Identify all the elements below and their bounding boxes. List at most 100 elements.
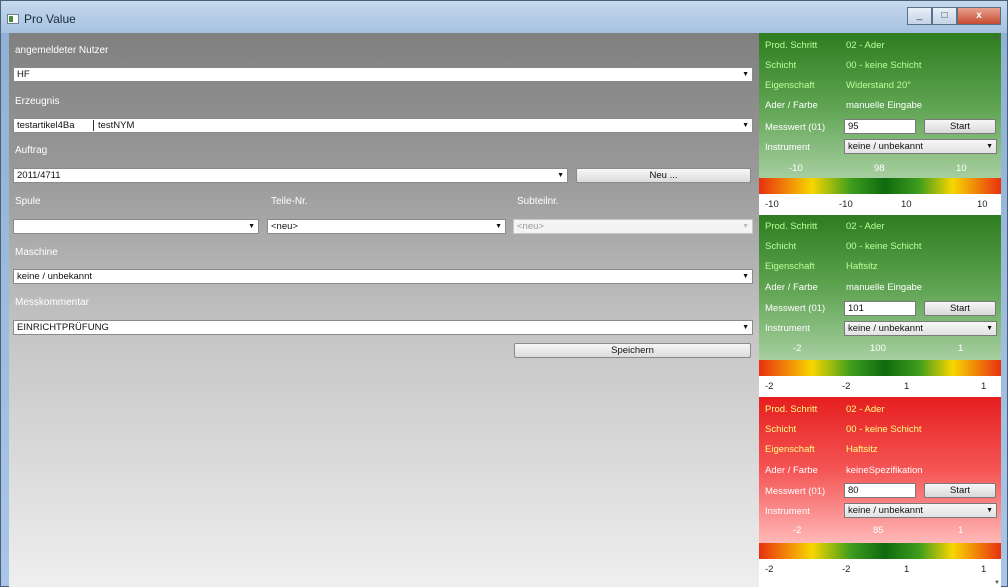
scale-max: 1 [981, 381, 987, 392]
scroll-up-icon[interactable]: ▲ [994, 35, 1000, 41]
scale-min: -10 [765, 199, 779, 210]
measure-label: Messwert (01) [765, 486, 826, 497]
measurement-panel-1: Prod. Schritt 02 - Ader Schicht 00 - kei… [759, 33, 1001, 178]
part-number-select[interactable]: <neu> ▼ [267, 219, 506, 234]
measure-input[interactable]: 101 [844, 301, 916, 316]
layer-label: Schicht [765, 241, 797, 252]
user-label: angemeldeter Nutzer [15, 45, 109, 56]
wire-label: Ader / Farbe [765, 282, 818, 293]
order-select[interactable]: 2011/4711 ▼ [13, 168, 568, 183]
app-icon [7, 14, 19, 24]
instrument-select[interactable]: keine / unbekannt ▼ [844, 321, 997, 336]
comment-select[interactable]: EINRICHTPRÜFUNG ▼ [13, 320, 753, 335]
bar-scale: -2 -2 1 1 [759, 559, 1001, 579]
close-button[interactable]: x [957, 7, 1001, 25]
chevron-down-icon: ▼ [742, 273, 749, 280]
chevron-down-icon: ▼ [742, 122, 749, 129]
tolerance-bar [759, 360, 1001, 376]
chevron-down-icon: ▼ [742, 324, 749, 331]
new-order-button[interactable]: Neu ... [576, 168, 751, 183]
instrument-select[interactable]: keine / unbekannt ▼ [844, 139, 997, 154]
upper-tolerance: 10 [956, 163, 967, 174]
save-button[interactable]: Speichern [514, 343, 751, 358]
chevron-down-icon: ▼ [495, 223, 502, 230]
wire-label: Ader / Farbe [765, 100, 818, 111]
scale-max: 1 [981, 564, 987, 575]
bar-scale: -10 -10 10 10 [759, 194, 1001, 214]
instrument-value: keine / unbekannt [848, 323, 924, 334]
layer-value: 00 - keine Schicht [846, 424, 922, 435]
part-number-value: <neu> [271, 221, 298, 232]
step-value: 02 - Ader [846, 40, 885, 51]
nominal-value: 98 [874, 163, 885, 174]
subpart-number-select: <neu> ▼ [513, 219, 753, 234]
step-label: Prod. Schritt [765, 221, 818, 232]
step-value: 02 - Ader [846, 221, 885, 232]
instrument-value: keine / unbekannt [848, 141, 924, 152]
property-value: Haftsitz [846, 261, 878, 272]
chevron-down-icon: ▼ [248, 223, 255, 230]
layer-value: 00 - keine Schicht [846, 241, 922, 252]
part-number-label: Teile-Nr. [271, 196, 308, 207]
instrument-label: Instrument [765, 323, 810, 334]
chevron-down-icon: ▼ [557, 172, 564, 179]
nominal-value: 85 [873, 525, 884, 536]
measure-label: Messwert (01) [765, 122, 826, 133]
property-label: Eigenschaft [765, 444, 815, 455]
subpart-number-label: Subteilnr. [517, 196, 559, 207]
order-label: Auftrag [15, 145, 48, 156]
instrument-select[interactable]: keine / unbekannt ▼ [844, 503, 997, 518]
measurement-form: angemeldeter Nutzer HF ▼ Erzeugnis testa… [9, 33, 759, 587]
caption-buttons: _ □ x [907, 7, 1001, 25]
start-button[interactable]: Start [924, 301, 996, 316]
wire-value: manuelle Eingabe [846, 100, 923, 111]
user-select[interactable]: HF ▼ [13, 67, 753, 82]
chevron-down-icon: ▼ [986, 143, 993, 150]
bar-scale: -2 -2 1 1 [759, 376, 1001, 396]
chevron-down-icon: ▼ [986, 507, 993, 514]
machine-select[interactable]: keine / unbekannt ▼ [13, 269, 753, 284]
upper-tolerance: 1 [958, 525, 964, 536]
wire-value: manuelle Eingabe [846, 282, 923, 293]
app-window: Pro Value _ □ x angemeldeter Nutzer HF ▼… [0, 0, 1008, 587]
minimize-button[interactable]: _ [907, 7, 932, 25]
scale-min: -2 [765, 564, 774, 575]
scale-lower: -2 [842, 564, 851, 575]
chevron-down-icon: ▼ [742, 223, 749, 230]
machine-value: keine / unbekannt [17, 271, 93, 282]
scale-upper: 1 [904, 381, 910, 392]
property-value: Widerstand 20° [846, 80, 912, 91]
window-title: Pro Value [24, 12, 76, 26]
client-area: angemeldeter Nutzer HF ▼ Erzeugnis testa… [9, 33, 1001, 587]
measure-input[interactable]: 95 [844, 119, 916, 134]
product-select[interactable]: testartikel4Ba testNYM ▼ [13, 118, 753, 133]
chevron-down-icon: ▼ [986, 325, 993, 332]
maximize-button[interactable]: □ [932, 7, 957, 25]
tolerance-bar [759, 543, 1001, 559]
scale-max: 10 [977, 199, 988, 210]
machine-label: Maschine [15, 247, 58, 258]
step-label: Prod. Schritt [765, 40, 818, 51]
scale-lower: -10 [839, 199, 853, 210]
product-label: Erzeugnis [15, 96, 60, 107]
scroll-down-icon[interactable]: ▼ [994, 580, 1000, 586]
upper-tolerance: 1 [958, 343, 964, 354]
scale-upper: 10 [901, 199, 912, 210]
scale-min: -2 [765, 381, 774, 392]
instrument-label: Instrument [765, 506, 810, 517]
tolerance-bar [759, 178, 1001, 194]
comment-value: EINRICHTPRÜFUNG [17, 322, 109, 333]
instrument-value: keine / unbekannt [848, 505, 924, 516]
start-button[interactable]: Start [924, 119, 996, 134]
lower-tolerance: -2 [793, 525, 802, 536]
measurement-panel-2: Prod. Schritt 02 - Ader Schicht 00 - kei… [759, 215, 1001, 360]
start-button[interactable]: Start [924, 483, 996, 498]
title-bar: Pro Value _ □ x [1, 1, 1007, 33]
wire-label: Ader / Farbe [765, 465, 818, 476]
property-label: Eigenschaft [765, 80, 815, 91]
spool-select[interactable]: ▼ [13, 219, 259, 234]
panel-scrollbar[interactable]: ▲ ▼ [994, 33, 1001, 587]
spool-label: Spule [15, 196, 41, 207]
product-value-name: testNYM [98, 120, 135, 131]
measure-input[interactable]: 80 [844, 483, 916, 498]
